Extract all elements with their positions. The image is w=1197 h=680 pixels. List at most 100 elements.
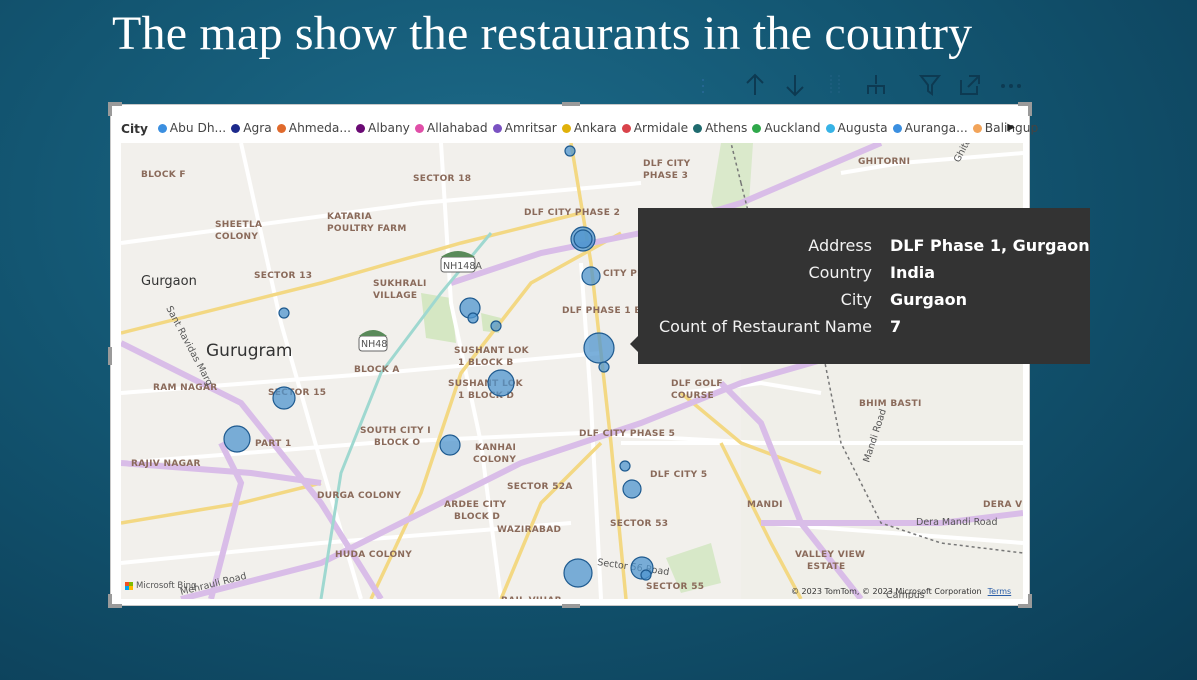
slide-title: The map show the restaurants in the coun…: [112, 7, 973, 60]
legend-title: City: [121, 121, 148, 136]
legend-item[interactable]: Allahabad: [414, 121, 488, 135]
bing-label: Microsoft Bing: [136, 581, 197, 591]
bing-logo: Microsoft Bing: [125, 581, 196, 591]
restaurant-bubble[interactable]: [467, 312, 479, 324]
restaurant-bubble[interactable]: [223, 425, 251, 453]
legend-dot-icon: [693, 123, 703, 133]
legend-item[interactable]: Ahmeda...: [276, 121, 352, 135]
legend-item-label: Auckland: [764, 121, 821, 135]
restaurant-bubble[interactable]: [573, 229, 593, 249]
map-place-label: GHITORNI: [858, 157, 910, 167]
legend-item[interactable]: Albany: [356, 121, 410, 135]
resize-handle[interactable]: [1028, 102, 1032, 116]
map-place-label: SECTOR 53: [610, 519, 668, 529]
restaurant-bubble[interactable]: [278, 307, 290, 319]
double-arrow-down-icon[interactable]: [824, 72, 846, 102]
map-place-label: PART 1: [255, 439, 292, 449]
tooltip-key: Count of Restaurant Name: [659, 317, 872, 336]
legend-item[interactable]: Agra: [231, 121, 272, 135]
map-tooltip: Address DLF Phase 1, Gurgaon Country Ind…: [630, 208, 1090, 364]
microsoft-logo-icon: [125, 582, 133, 590]
legend-item-label: Agra: [243, 121, 272, 135]
restaurant-bubble[interactable]: [583, 332, 615, 364]
map-place-label: KATARIA: [327, 212, 372, 222]
tooltip-key: Address: [808, 236, 872, 255]
resize-handle[interactable]: [562, 102, 580, 106]
map-place-label: 1 BLOCK B: [458, 358, 514, 368]
restaurant-bubble[interactable]: [272, 386, 296, 410]
legend-item[interactable]: Amritsar: [492, 121, 557, 135]
legend-item[interactable]: Athens: [693, 121, 747, 135]
resize-handle[interactable]: [1028, 594, 1032, 608]
map-place-label: DLF CITY PHASE 5: [579, 429, 675, 439]
restaurant-bubble[interactable]: [490, 320, 502, 332]
map-place-label: SECTOR 18: [413, 174, 471, 184]
restaurant-bubble[interactable]: [619, 460, 631, 472]
map-place-label: POULTRY FARM: [327, 224, 407, 234]
arrow-up-icon[interactable]: [744, 72, 766, 102]
map-place-label: BLOCK D: [454, 512, 500, 522]
visual-header-toolbar: [700, 72, 1030, 100]
map-place-label: NH148A: [443, 261, 482, 272]
legend-item[interactable]: Armidale: [621, 121, 689, 135]
map-place-label: SOUTH CITY I: [360, 426, 431, 436]
legend-item[interactable]: Ankara: [561, 121, 617, 135]
legend-dot-icon: [561, 123, 571, 133]
map-place-label: DERA VI: [983, 500, 1023, 510]
legend-dot-icon: [752, 123, 762, 133]
legend-item[interactable]: Abu Dh...: [157, 121, 227, 135]
restaurant-bubble[interactable]: [563, 558, 593, 588]
resize-handle[interactable]: [108, 594, 112, 608]
legend-item-label: Ahmeda...: [288, 121, 352, 135]
restaurant-bubble[interactable]: [581, 266, 601, 286]
resize-handle[interactable]: [562, 604, 580, 608]
filter-icon[interactable]: [918, 72, 942, 102]
legend-item[interactable]: Augusta: [825, 121, 888, 135]
map-place-label: NH48: [361, 339, 387, 350]
restaurant-bubble[interactable]: [598, 361, 610, 373]
more-vertical-icon[interactable]: [700, 76, 706, 100]
map-place-label: PHASE 3: [643, 171, 688, 181]
restaurant-bubble[interactable]: [564, 145, 576, 157]
legend-item-label: Ankara: [573, 121, 617, 135]
legend-dot-icon: [356, 123, 366, 133]
map-place-label: COLONY: [473, 455, 516, 465]
legend-item-label: Amritsar: [504, 121, 557, 135]
resize-handle[interactable]: [108, 347, 112, 365]
legend-dot-icon: [892, 123, 902, 133]
legend-item-label: Athens: [705, 121, 748, 135]
map-place-label: KANHAI: [475, 443, 516, 453]
legend-item-label: Abu Dh...: [169, 121, 227, 135]
resize-handle[interactable]: [108, 102, 112, 116]
restaurant-bubble[interactable]: [640, 569, 652, 581]
map-place-label: COLONY: [215, 232, 258, 242]
restaurant-bubble[interactable]: [439, 434, 461, 456]
tooltip-value: Gurgaon: [890, 290, 968, 309]
map-place-label: DLF GOLF: [671, 379, 723, 389]
legend-item-label: Auranga...: [904, 121, 968, 135]
legend-item[interactable]: Auckland: [752, 121, 821, 135]
map-place-label: Gurgaon: [141, 274, 197, 289]
terms-link[interactable]: Terms: [988, 587, 1012, 596]
map-place-label: BLOCK O: [374, 438, 420, 448]
expand-hierarchy-icon[interactable]: [864, 72, 888, 102]
map-place-label: DLF CITY: [643, 159, 691, 169]
map-place-label: ESTATE: [807, 562, 845, 572]
legend-next-icon[interactable]: ▶: [1007, 122, 1015, 133]
restaurant-bubble[interactable]: [622, 479, 642, 499]
legend-item-label: Albany: [368, 121, 410, 135]
map-place-label: DLF CITY PHASE 2: [524, 208, 620, 218]
tooltip-pointer: [630, 336, 638, 352]
tooltip-key: City: [840, 290, 872, 309]
more-options-icon[interactable]: [998, 78, 1024, 97]
restaurant-bubble[interactable]: [487, 369, 515, 397]
map-place-label: SECTOR 13: [254, 271, 312, 281]
legend-dot-icon: [621, 123, 631, 133]
legend-item[interactable]: Auranga...: [892, 121, 968, 135]
legend-item[interactable]: Balingup: [972, 121, 1038, 135]
focus-mode-icon[interactable]: [958, 72, 982, 102]
legend-item-label: Armidale: [633, 121, 689, 135]
arrow-down-icon[interactable]: [784, 72, 806, 102]
map-place-label: SUSHANT LOK: [454, 346, 530, 356]
legend-dot-icon: [972, 123, 982, 133]
